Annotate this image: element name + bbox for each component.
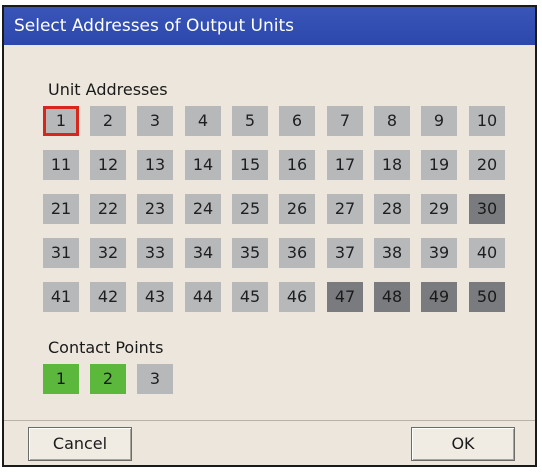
unit-address-button[interactable]: 34 — [185, 238, 221, 268]
contact-point-button[interactable]: 3 — [137, 364, 173, 394]
unit-address-button[interactable]: 37 — [327, 238, 363, 268]
unit-address-button[interactable]: 47 — [327, 282, 363, 312]
unit-address-button[interactable]: 30 — [469, 194, 505, 224]
unit-address-button[interactable]: 48 — [374, 282, 410, 312]
cancel-button[interactable]: Cancel — [28, 427, 132, 461]
unit-address-button[interactable]: 23 — [137, 194, 173, 224]
unit-address-button[interactable]: 50 — [469, 282, 505, 312]
unit-address-button[interactable]: 5 — [232, 106, 268, 136]
unit-address-button[interactable]: 28 — [374, 194, 410, 224]
unit-address-button[interactable]: 22 — [90, 194, 126, 224]
unit-address-button[interactable]: 11 — [43, 150, 79, 180]
unit-address-button[interactable]: 1 — [43, 106, 79, 136]
unit-addresses-label: Unit Addresses — [48, 80, 168, 99]
unit-address-button[interactable]: 2 — [90, 106, 126, 136]
unit-address-button[interactable]: 13 — [137, 150, 173, 180]
unit-address-button[interactable]: 38 — [374, 238, 410, 268]
unit-address-button[interactable]: 3 — [137, 106, 173, 136]
unit-address-button[interactable]: 39 — [421, 238, 457, 268]
unit-address-button[interactable]: 46 — [279, 282, 315, 312]
dialog-title: Select Addresses of Output Units — [4, 7, 535, 45]
unit-address-button[interactable]: 12 — [90, 150, 126, 180]
unit-address-button[interactable]: 16 — [279, 150, 315, 180]
unit-address-button[interactable]: 26 — [279, 194, 315, 224]
unit-address-button[interactable]: 14 — [185, 150, 221, 180]
unit-address-button[interactable]: 45 — [232, 282, 268, 312]
contact-point-button[interactable]: 1 — [43, 364, 79, 394]
unit-address-button[interactable]: 33 — [137, 238, 173, 268]
unit-address-button[interactable]: 19 — [421, 150, 457, 180]
unit-address-button[interactable]: 40 — [469, 238, 505, 268]
unit-address-button[interactable]: 17 — [327, 150, 363, 180]
unit-address-button[interactable]: 4 — [185, 106, 221, 136]
unit-address-button[interactable]: 10 — [469, 106, 505, 136]
unit-address-button[interactable]: 32 — [90, 238, 126, 268]
contact-point-button[interactable]: 2 — [90, 364, 126, 394]
unit-address-button[interactable]: 31 — [43, 238, 79, 268]
unit-address-button[interactable]: 21 — [43, 194, 79, 224]
output-units-dialog: Select Addresses of Output Units Unit Ad… — [2, 5, 537, 467]
unit-address-button[interactable]: 29 — [421, 194, 457, 224]
unit-address-button[interactable]: 27 — [327, 194, 363, 224]
unit-address-button[interactable]: 9 — [421, 106, 457, 136]
unit-address-button[interactable]: 24 — [185, 194, 221, 224]
unit-address-button[interactable]: 8 — [374, 106, 410, 136]
unit-address-button[interactable]: 7 — [327, 106, 363, 136]
unit-address-button[interactable]: 36 — [279, 238, 315, 268]
divider — [4, 420, 535, 421]
unit-address-button[interactable]: 20 — [469, 150, 505, 180]
unit-address-button[interactable]: 44 — [185, 282, 221, 312]
unit-address-button[interactable]: 18 — [374, 150, 410, 180]
unit-address-button[interactable]: 43 — [137, 282, 173, 312]
ok-button[interactable]: OK — [411, 427, 515, 461]
unit-address-button[interactable]: 15 — [232, 150, 268, 180]
unit-address-button[interactable]: 35 — [232, 238, 268, 268]
unit-address-button[interactable]: 49 — [421, 282, 457, 312]
unit-address-button[interactable]: 25 — [232, 194, 268, 224]
unit-address-button[interactable]: 6 — [279, 106, 315, 136]
contact-points-label: Contact Points — [48, 338, 164, 357]
unit-address-button[interactable]: 41 — [43, 282, 79, 312]
unit-address-button[interactable]: 42 — [90, 282, 126, 312]
